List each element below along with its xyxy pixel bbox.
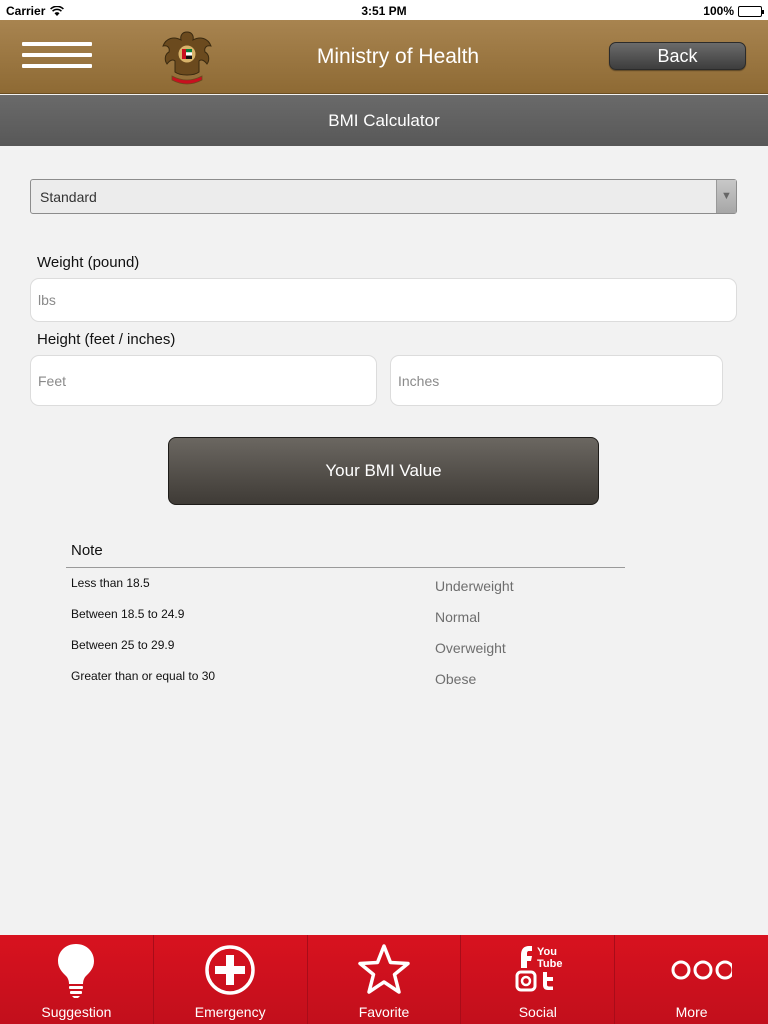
status-bar: Carrier 3:51 PM 100% <box>0 0 768 20</box>
uae-emblem-icon <box>162 31 212 85</box>
weight-input[interactable] <box>30 278 737 322</box>
note-category: Overweight <box>435 640 506 656</box>
tab-label: Social <box>518 1004 557 1020</box>
battery-percent: 100% <box>703 4 734 18</box>
weight-label: Weight (pound) <box>37 254 140 271</box>
note-category: Underweight <box>435 578 514 594</box>
tab-label: More <box>675 1004 708 1020</box>
svg-text:You: You <box>537 946 557 958</box>
inches-input[interactable] <box>390 355 723 406</box>
social-icon: You Tube <box>515 946 562 992</box>
tab-label: Favorite <box>358 1004 410 1020</box>
header-title: Ministry of Health <box>316 45 480 68</box>
tab-more[interactable]: More <box>615 935 768 1024</box>
page-title: BMI Calculator <box>0 95 768 146</box>
note-category: Obese <box>435 671 477 687</box>
tab-label: Emergency <box>194 1004 266 1020</box>
tab-label: Suggestion <box>41 1004 112 1020</box>
note-row: Between 18.5 to 24.9 Normal <box>71 607 631 627</box>
battery-info: 100% <box>703 4 764 18</box>
note-row: Greater than or equal to 30 Obese <box>71 669 631 689</box>
lightbulb-icon <box>58 944 95 998</box>
tab-suggestion[interactable]: Suggestion <box>0 935 154 1024</box>
note-row: Less than 18.5 Underweight <box>71 576 631 596</box>
star-icon <box>358 944 410 994</box>
calculate-bmi-button[interactable]: Your BMI Value <box>168 437 599 505</box>
note-divider <box>66 567 625 568</box>
height-label: Height (feet / inches) <box>37 331 176 348</box>
note-category: Normal <box>435 609 481 625</box>
note-range: Less than 18.5 <box>71 576 150 590</box>
plus-circle-icon <box>205 945 255 995</box>
clock: 3:51 PM <box>361 4 407 18</box>
battery-icon <box>738 5 764 17</box>
unit-select[interactable]: Standard ▼ <box>30 179 737 214</box>
note-range: Between 18.5 to 24.9 <box>71 607 185 621</box>
note-range: Greater than or equal to 30 <box>71 669 216 683</box>
unit-select-value: Standard <box>40 189 97 205</box>
hamburger-line <box>22 53 92 57</box>
feet-input[interactable] <box>30 355 377 406</box>
hamburger-icon <box>22 42 92 46</box>
app-header: Ministry of Health Back <box>0 20 768 94</box>
dropdown-arrow-icon: ▼ <box>716 180 736 213</box>
tab-favorite[interactable]: Favorite <box>307 935 462 1024</box>
more-icon <box>671 960 732 980</box>
hamburger-line <box>22 64 92 68</box>
note-range: Between 25 to 29.9 <box>71 638 175 652</box>
tab-social[interactable]: You Tube Social <box>461 935 616 1024</box>
note-title: Note <box>71 542 103 559</box>
note-row: Between 25 to 29.9 Overweight <box>71 638 631 658</box>
menu-button[interactable] <box>22 42 92 68</box>
back-button[interactable]: Back <box>609 42 746 70</box>
svg-text:Tube: Tube <box>537 958 562 970</box>
tab-emergency[interactable]: Emergency <box>153 935 308 1024</box>
tab-bar: Suggestion Emergency Favorite You Tube S… <box>0 935 768 1024</box>
